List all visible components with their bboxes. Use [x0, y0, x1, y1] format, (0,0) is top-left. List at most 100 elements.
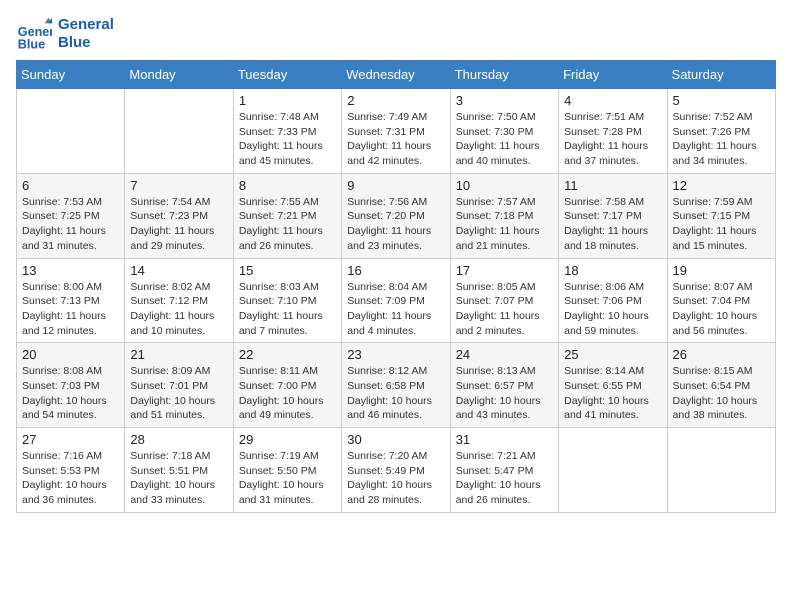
- cell-info: Sunrise: 8:04 AM Sunset: 7:09 PM Dayligh…: [347, 280, 444, 339]
- calendar-cell: 30 Sunrise: 7:20 AM Sunset: 5:49 PM Dayli…: [342, 428, 450, 513]
- day-header-friday: Friday: [559, 61, 667, 89]
- calendar-cell: 5 Sunrise: 7:52 AM Sunset: 7:26 PM Daylig…: [667, 89, 775, 174]
- cell-info: Sunrise: 7:18 AM Sunset: 5:51 PM Dayligh…: [130, 449, 227, 508]
- cell-info: Sunrise: 7:20 AM Sunset: 5:49 PM Dayligh…: [347, 449, 444, 508]
- calendar-cell: 16 Sunrise: 8:04 AM Sunset: 7:09 PM Dayli…: [342, 258, 450, 343]
- cell-date: 19: [673, 263, 770, 278]
- cell-info: Sunrise: 7:59 AM Sunset: 7:15 PM Dayligh…: [673, 195, 770, 254]
- cell-info: Sunrise: 8:05 AM Sunset: 7:07 PM Dayligh…: [456, 280, 553, 339]
- cell-date: 24: [456, 347, 553, 362]
- calendar-cell: 20Sunrise: 8:08 AM Sunset: 7:03 PM Dayli…: [17, 343, 125, 428]
- calendar-cell: 21Sunrise: 8:09 AM Sunset: 7:01 PM Dayli…: [125, 343, 233, 428]
- logo-icon: General Blue: [16, 16, 52, 52]
- week-row-3: 13 Sunrise: 8:00 AM Sunset: 7:13 PM Dayli…: [17, 258, 776, 343]
- page-header: General Blue General Blue: [16, 16, 776, 52]
- calendar-cell: 19 Sunrise: 8:07 AM Sunset: 7:04 PM Dayli…: [667, 258, 775, 343]
- calendar-cell: 14 Sunrise: 8:02 AM Sunset: 7:12 PM Dayli…: [125, 258, 233, 343]
- cell-info: Sunrise: 8:00 AM Sunset: 7:13 PM Dayligh…: [22, 280, 119, 339]
- cell-info: Sunrise: 8:02 AM Sunset: 7:12 PM Dayligh…: [130, 280, 227, 339]
- cell-date: 15: [239, 263, 336, 278]
- calendar-cell: 15 Sunrise: 8:03 AM Sunset: 7:10 PM Dayli…: [233, 258, 341, 343]
- day-header-tuesday: Tuesday: [233, 61, 341, 89]
- calendar-cell: 25Sunrise: 8:14 AM Sunset: 6:55 PM Dayli…: [559, 343, 667, 428]
- cell-date: 6: [22, 178, 119, 193]
- cell-info: Sunrise: 7:49 AM Sunset: 7:31 PM Dayligh…: [347, 110, 444, 169]
- calendar-cell: 28 Sunrise: 7:18 AM Sunset: 5:51 PM Dayli…: [125, 428, 233, 513]
- calendar-cell: 29Sunrise: 7:19 AM Sunset: 5:50 PM Dayli…: [233, 428, 341, 513]
- cell-info: Sunrise: 7:50 AM Sunset: 7:30 PM Dayligh…: [456, 110, 553, 169]
- cell-date: 18: [564, 263, 661, 278]
- week-row-2: 6 Sunrise: 7:53 AM Sunset: 7:25 PM Daylig…: [17, 173, 776, 258]
- cell-date: 27: [22, 432, 119, 447]
- day-header-saturday: Saturday: [667, 61, 775, 89]
- cell-info: Sunrise: 8:07 AM Sunset: 7:04 PM Dayligh…: [673, 280, 770, 339]
- calendar-cell: 12 Sunrise: 7:59 AM Sunset: 7:15 PM Dayli…: [667, 173, 775, 258]
- cell-date: 5: [673, 93, 770, 108]
- logo: General Blue General Blue: [16, 16, 114, 52]
- cell-info: Sunrise: 8:06 AM Sunset: 7:06 PM Dayligh…: [564, 280, 661, 339]
- cell-date: 7: [130, 178, 227, 193]
- cell-date: 13: [22, 263, 119, 278]
- cell-info: Sunrise: 7:52 AM Sunset: 7:26 PM Dayligh…: [673, 110, 770, 169]
- week-row-4: 20Sunrise: 8:08 AM Sunset: 7:03 PM Dayli…: [17, 343, 776, 428]
- day-header-thursday: Thursday: [450, 61, 558, 89]
- svg-text:Blue: Blue: [18, 37, 45, 51]
- cell-info: Sunrise: 8:13 AM Sunset: 6:57 PM Dayligh…: [456, 364, 553, 423]
- calendar-cell: 8 Sunrise: 7:55 AM Sunset: 7:21 PM Daylig…: [233, 173, 341, 258]
- cell-info: Sunrise: 7:48 AM Sunset: 7:33 PM Dayligh…: [239, 110, 336, 169]
- cell-info: Sunrise: 7:54 AM Sunset: 7:23 PM Dayligh…: [130, 195, 227, 254]
- calendar-cell: 9Sunrise: 7:56 AM Sunset: 7:20 PM Daylig…: [342, 173, 450, 258]
- week-row-1: 1 Sunrise: 7:48 AM Sunset: 7:33 PM Daylig…: [17, 89, 776, 174]
- cell-info: Sunrise: 7:55 AM Sunset: 7:21 PM Dayligh…: [239, 195, 336, 254]
- calendar-cell: 6 Sunrise: 7:53 AM Sunset: 7:25 PM Daylig…: [17, 173, 125, 258]
- cell-info: Sunrise: 8:08 AM Sunset: 7:03 PM Dayligh…: [22, 364, 119, 423]
- cell-date: 11: [564, 178, 661, 193]
- calendar-cell: 18 Sunrise: 8:06 AM Sunset: 7:06 PM Dayli…: [559, 258, 667, 343]
- calendar-cell: [667, 428, 775, 513]
- cell-info: Sunrise: 7:21 AM Sunset: 5:47 PM Dayligh…: [456, 449, 553, 508]
- calendar-cell: 2 Sunrise: 7:49 AM Sunset: 7:31 PM Daylig…: [342, 89, 450, 174]
- cell-date: 31: [456, 432, 553, 447]
- calendar-cell: 26Sunrise: 8:15 AM Sunset: 6:54 PM Dayli…: [667, 343, 775, 428]
- logo-blue: Blue: [58, 34, 114, 52]
- week-row-5: 27Sunrise: 7:16 AM Sunset: 5:53 PM Dayli…: [17, 428, 776, 513]
- calendar-cell: 11Sunrise: 7:58 AM Sunset: 7:17 PM Dayli…: [559, 173, 667, 258]
- cell-date: 29: [239, 432, 336, 447]
- cell-date: 23: [347, 347, 444, 362]
- cell-date: 10: [456, 178, 553, 193]
- cell-date: 28: [130, 432, 227, 447]
- cell-date: 16: [347, 263, 444, 278]
- calendar-cell: [17, 89, 125, 174]
- cell-date: 17: [456, 263, 553, 278]
- calendar-cell: [125, 89, 233, 174]
- cell-date: 4: [564, 93, 661, 108]
- calendar-cell: 24 Sunrise: 8:13 AM Sunset: 6:57 PM Dayli…: [450, 343, 558, 428]
- calendar-cell: 7 Sunrise: 7:54 AM Sunset: 7:23 PM Daylig…: [125, 173, 233, 258]
- day-header-wednesday: Wednesday: [342, 61, 450, 89]
- logo-general: General: [58, 16, 114, 34]
- cell-info: Sunrise: 8:12 AM Sunset: 6:58 PM Dayligh…: [347, 364, 444, 423]
- cell-date: 12: [673, 178, 770, 193]
- cell-date: 25: [564, 347, 661, 362]
- calendar-cell: 31 Sunrise: 7:21 AM Sunset: 5:47 PM Dayli…: [450, 428, 558, 513]
- calendar-cell: [559, 428, 667, 513]
- cell-date: 22: [239, 347, 336, 362]
- cell-info: Sunrise: 8:11 AM Sunset: 7:00 PM Dayligh…: [239, 364, 336, 423]
- cell-date: 30: [347, 432, 444, 447]
- calendar-cell: 1 Sunrise: 7:48 AM Sunset: 7:33 PM Daylig…: [233, 89, 341, 174]
- cell-date: 14: [130, 263, 227, 278]
- day-header-sunday: Sunday: [17, 61, 125, 89]
- calendar-cell: 3 Sunrise: 7:50 AM Sunset: 7:30 PM Daylig…: [450, 89, 558, 174]
- cell-info: Sunrise: 8:15 AM Sunset: 6:54 PM Dayligh…: [673, 364, 770, 423]
- cell-info: Sunrise: 8:03 AM Sunset: 7:10 PM Dayligh…: [239, 280, 336, 339]
- cell-date: 1: [239, 93, 336, 108]
- calendar-cell: 10Sunrise: 7:57 AM Sunset: 7:18 PM Dayli…: [450, 173, 558, 258]
- calendar-header-row: SundayMondayTuesdayWednesdayThursdayFrid…: [17, 61, 776, 89]
- cell-date: 21: [130, 347, 227, 362]
- cell-date: 2: [347, 93, 444, 108]
- calendar-table: SundayMondayTuesdayWednesdayThursdayFrid…: [16, 60, 776, 513]
- calendar-cell: 23 Sunrise: 8:12 AM Sunset: 6:58 PM Dayli…: [342, 343, 450, 428]
- cell-date: 8: [239, 178, 336, 193]
- cell-date: 3: [456, 93, 553, 108]
- cell-info: Sunrise: 7:53 AM Sunset: 7:25 PM Dayligh…: [22, 195, 119, 254]
